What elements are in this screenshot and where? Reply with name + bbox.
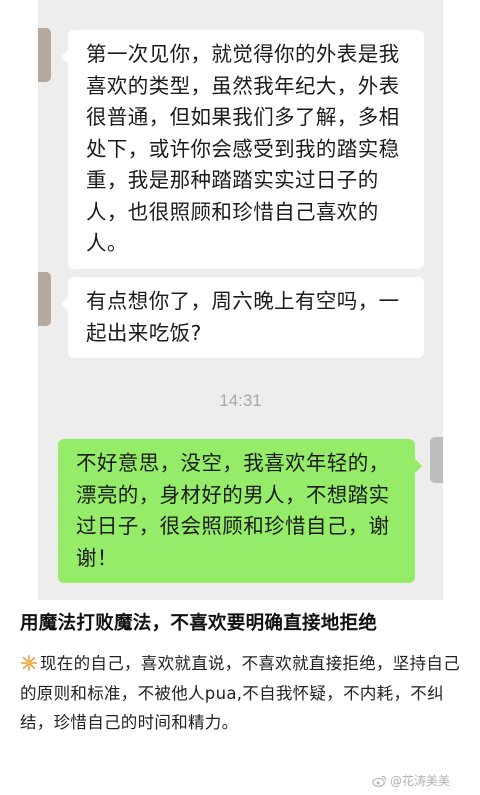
sender-avatar[interactable] — [38, 272, 51, 326]
watermark: @花涛美美 — [372, 772, 450, 789]
firework-sparkler-icon — [21, 655, 37, 671]
watermark-text: @花涛美美 — [389, 774, 450, 788]
message-bubble-incoming-1: 第一次见你，就觉得你的外表是我喜欢的类型，虽然我年纪大，外表很普通，但如果我们多… — [61, 30, 424, 269]
message-bubble-outgoing: 不好意思，没空，我喜欢年轻的，漂亮的，身材好的男人，不想踏实过日子，很会照顾和珍… — [58, 439, 422, 583]
post-body: 现在的自己，喜欢就直说，不喜欢就直接拒绝，坚持自己的原则和标准，不被他人pua,… — [20, 649, 466, 738]
weibo-icon — [372, 775, 387, 787]
own-avatar[interactable] — [430, 437, 443, 483]
message-bubble-incoming-2: 有点想你了，周六晚上有空吗，一起出来吃饭? — [61, 277, 424, 358]
post-body-text: 现在的自己，喜欢就直说，不喜欢就直接拒绝，坚持自己的原则和标准，不被他人pua,… — [20, 654, 460, 732]
post-title: 用魔法打败魔法，不喜欢要明确直接地拒绝 — [20, 613, 378, 634]
sender-avatar[interactable] — [38, 28, 51, 82]
chat-timestamp: 14:31 — [219, 391, 262, 410]
